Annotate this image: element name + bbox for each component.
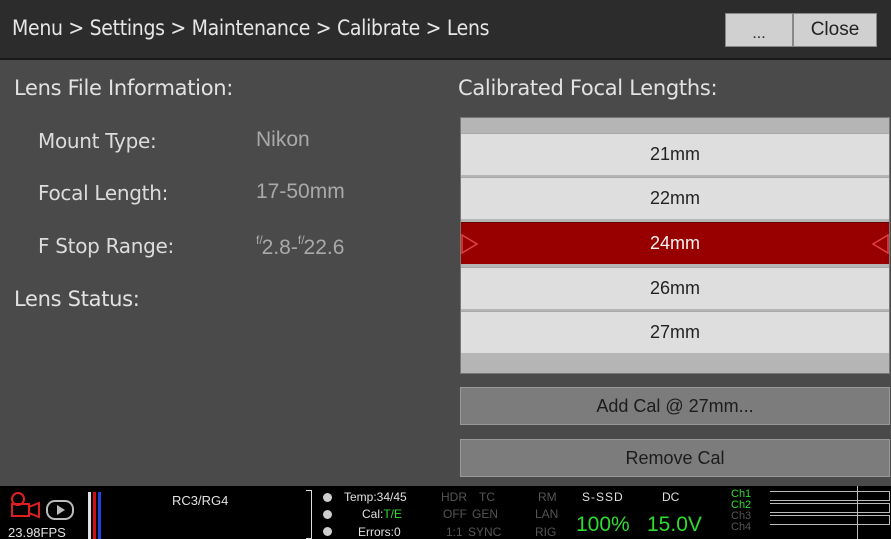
focal-length-value: 17-50mm	[256, 180, 345, 203]
selection-left-arrow-icon	[461, 234, 479, 254]
channel-3-label: Ch3	[731, 510, 752, 522]
media-value: 100%	[576, 513, 630, 536]
channel-2-label: Ch2	[731, 499, 752, 511]
look-readout: RC3/RG4	[172, 493, 229, 508]
close-button[interactable]: Close	[793, 13, 877, 47]
channel-1-label: Ch1	[731, 488, 752, 500]
channel-3-meter	[770, 515, 890, 525]
remove-cal-button[interactable]: Remove Cal	[460, 439, 890, 477]
f-stop-range-value: f/2.8-f/22.6	[256, 233, 344, 260]
audio-meter-blue	[98, 492, 101, 539]
add-cal-button[interactable]: Add Cal @ 27mm...	[460, 387, 890, 425]
temp-readout: Temp:34/45	[344, 490, 407, 504]
audio-meter-white	[88, 492, 91, 539]
focal-list-item-selected[interactable]: 24mm	[461, 222, 889, 264]
power-value: 15.0V	[647, 513, 702, 536]
breadcrumb: Menu > Settings > Maintenance > Calibrat…	[12, 16, 490, 40]
cal-readout: Cal:T/E	[362, 508, 402, 520]
lens-status-heading: Lens Status:	[14, 287, 140, 311]
calibrated-focal-lengths-heading: Calibrated Focal Lengths:	[458, 76, 718, 100]
record-camera-icon	[11, 492, 40, 519]
focal-length-label: Focal Length:	[38, 181, 169, 205]
f-stop-min: 2.8-	[261, 236, 298, 259]
focal-list-item[interactable]: 22mm	[461, 177, 889, 219]
hdr-ratio: 1:1	[446, 525, 463, 539]
rm-value: LAN	[535, 507, 559, 521]
channel-2-meter	[770, 503, 890, 513]
channel-4-label: Ch4	[731, 521, 752, 533]
cal-indicator-icon	[323, 510, 332, 519]
mount-type-label: Mount Type:	[38, 129, 157, 153]
errors-indicator-icon	[323, 527, 332, 536]
audio-meter-red	[93, 492, 96, 539]
title-bar: Menu > Settings > Maintenance > Calibrat…	[0, 0, 891, 60]
fps-readout: 23.98FPS	[8, 525, 66, 539]
rm-label: RM	[538, 490, 557, 504]
mount-type-value: Nikon	[256, 128, 310, 151]
hdr-label: HDR	[441, 490, 467, 504]
lens-file-info-heading: Lens File Information:	[14, 76, 234, 100]
playback-icon[interactable]	[46, 500, 74, 520]
power-label: DC	[662, 490, 680, 504]
focal-list-item[interactable]: 21mm	[461, 133, 889, 175]
hdr-value: OFF	[443, 507, 467, 521]
tc-value: GEN	[472, 507, 499, 521]
focal-length-list[interactable]: 21mm 22mm 24mm 26mm 27mm	[460, 117, 890, 374]
focal-list-item[interactable]: 27mm	[461, 311, 889, 353]
f-stop-range-label: F Stop Range:	[38, 234, 174, 258]
more-button[interactable]: ...	[725, 13, 793, 47]
cal-prefix: Cal:	[362, 507, 384, 521]
rm-rig: RIG	[535, 525, 557, 539]
status-bar: 23.98FPS RC3/RG4 Temp:34/45 Cal:T/E Erro…	[0, 486, 891, 539]
focal-list-item-label: 24mm	[649, 233, 700, 253]
errors-readout: Errors:0	[358, 525, 401, 539]
meter-bracket	[306, 490, 312, 539]
cal-value: T/E	[383, 507, 403, 521]
focal-list-item[interactable]: 26mm	[461, 267, 889, 309]
meter-divider	[857, 486, 858, 539]
selection-right-arrow-icon	[871, 234, 889, 254]
tc-label: TC	[479, 490, 495, 504]
media-label: S-SSD	[582, 490, 624, 504]
channel-1-meter	[770, 491, 890, 501]
f-stop-max: 22.6	[303, 236, 345, 259]
tc-sync: SYNC	[468, 525, 502, 539]
temp-indicator-icon	[323, 493, 332, 502]
